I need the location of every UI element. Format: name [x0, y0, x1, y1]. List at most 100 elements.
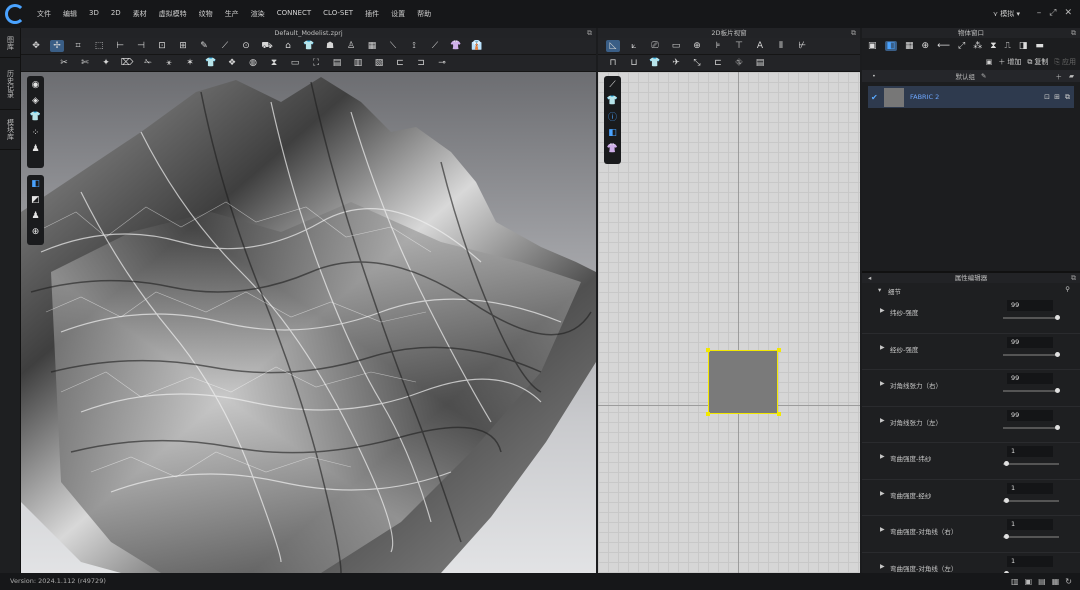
slider-knob[interactable]	[1054, 424, 1060, 430]
pin-icon[interactable]: ⊣	[134, 40, 148, 52]
group-expand-icon[interactable]: •	[872, 72, 876, 80]
topstitch-tab-icon[interactable]: ⤢	[958, 41, 965, 51]
avatar-pose-icon[interactable]: ☗	[323, 40, 337, 52]
default-group-header[interactable]: • 默认组 ✎ ＋ ▰	[862, 70, 1080, 82]
property-value-input[interactable]: 1	[1007, 519, 1053, 530]
fabric-copy-icon[interactable]: ⧉	[1065, 93, 1070, 102]
garment-sew-icon[interactable]: 👕	[648, 57, 662, 69]
slider-knob[interactable]	[1054, 388, 1060, 393]
shirt-icon[interactable]: 👕	[302, 40, 316, 52]
rename-pencil-icon[interactable]: ✎	[981, 72, 986, 80]
property-slider[interactable]	[1003, 388, 1060, 393]
simulation-icon[interactable]: ▦	[1052, 573, 1060, 590]
fabric-display-icon[interactable]: ◧	[607, 127, 618, 138]
needle-icon[interactable]: ✦	[99, 57, 113, 69]
3d-view-mode-icon[interactable]: ▣	[1025, 573, 1033, 590]
slider-knob[interactable]	[1003, 497, 1009, 503]
menu-settings[interactable]: 设置	[385, 9, 411, 19]
2d-view-mode-icon[interactable]: ▤	[1038, 573, 1046, 590]
graph-icon[interactable]: ⟟	[407, 40, 421, 52]
garment-fit-icon[interactable]: 👚	[449, 40, 463, 52]
tab-modules[interactable]: 模块库	[0, 110, 21, 150]
display-avatar-icon[interactable]: ◉	[30, 79, 41, 90]
edit-point-icon[interactable]: ⟀	[627, 40, 641, 52]
graphic-tab-icon[interactable]: ▦	[905, 41, 914, 51]
pattern-garment-icon[interactable]: 👚	[607, 143, 618, 154]
slider-knob[interactable]	[1054, 351, 1060, 357]
visibility-icon[interactable]: ⊡	[1044, 93, 1050, 101]
minimize-icon[interactable]: –	[1037, 8, 1042, 18]
expand-row-icon[interactable]: ▶	[880, 490, 885, 497]
expand-row-icon[interactable]: ▶	[880, 563, 885, 570]
menu-clo-set[interactable]: CLO-SET	[317, 9, 359, 19]
expand-row-icon[interactable]: ▶	[880, 307, 885, 314]
buttonhole-tab-icon[interactable]: ⟵	[937, 41, 950, 51]
render-solid-icon[interactable]: ◩	[30, 194, 41, 205]
display-person-icon[interactable]: ♟	[30, 143, 41, 154]
copy-button[interactable]: ⧉ 复制	[1027, 57, 1048, 67]
section-detail[interactable]: ▾ 细节 ⚲	[862, 283, 1080, 297]
grain-line-icon[interactable]: ⦀	[774, 40, 788, 52]
seam-icon[interactable]: ✄	[78, 57, 92, 69]
button-tool-icon[interactable]: ⊙	[239, 40, 253, 52]
elastic-icon[interactable]: ▧	[372, 57, 386, 69]
menu-help[interactable]: 帮助	[411, 9, 437, 19]
tack-icon[interactable]: ⊢	[113, 40, 127, 52]
expand-row-icon[interactable]: ▶	[880, 526, 885, 533]
pattern-tab-icon[interactable]: ◨	[1019, 41, 1028, 51]
slider-knob[interactable]	[1003, 461, 1009, 466]
property-value-input[interactable]: 99	[1007, 336, 1053, 348]
puckering-tab-icon[interactable]: ⁂	[973, 41, 982, 51]
fabric-tab-icon[interactable]: ◧	[884, 41, 898, 51]
select-move-icon[interactable]: ✥	[29, 40, 43, 52]
pattern-corner-handle[interactable]	[777, 412, 781, 416]
measure-icon[interactable]: ⊞	[176, 40, 190, 52]
property-value-input[interactable]: 1	[1007, 482, 1053, 494]
sewing-icon[interactable]: ✂	[57, 57, 71, 69]
library-icon[interactable]: ▣	[986, 58, 993, 66]
tack-2d-icon[interactable]: ✈	[669, 57, 683, 69]
show-pattern-icon[interactable]: ⟋	[607, 79, 618, 90]
refresh-icon[interactable]: ↻	[1065, 573, 1072, 590]
display-pins-icon[interactable]: ⁘	[30, 127, 41, 138]
selected-pattern-piece[interactable]	[708, 350, 778, 414]
add-button[interactable]: ＋增加	[998, 57, 1021, 67]
popout-icon[interactable]: ⧉	[1071, 28, 1076, 38]
property-slider[interactable]	[1003, 424, 1060, 430]
cut-icon[interactable]: ✁	[141, 57, 155, 69]
apply-button[interactable]: ⎘ 应用	[1054, 57, 1076, 67]
topstitch-2d-icon[interactable]: ⊏	[711, 57, 725, 69]
pattern-count-icon[interactable]: ⊞	[1054, 93, 1060, 101]
render-fabric-icon[interactable]: ◧	[30, 178, 41, 189]
free-sewing-icon[interactable]: ⊔	[627, 57, 641, 69]
popout-icon[interactable]: ⧉	[587, 28, 592, 38]
property-value-input[interactable]: 99	[1007, 300, 1053, 311]
expand-row-icon[interactable]: ▶	[880, 344, 885, 351]
3d-viewport[interactable]: ◉ ◈ 👕 ⁘ ♟ ◧ ◩ ♟ ⊕	[21, 72, 596, 573]
align-icon[interactable]: ⊸	[435, 57, 449, 69]
pin-icon[interactable]: ⚲	[1065, 285, 1070, 293]
stitch-icon[interactable]: ⚹	[162, 57, 176, 69]
render-avatar-icon[interactable]: ♟	[30, 210, 41, 221]
avatar-icon[interactable]: ♙	[344, 40, 358, 52]
globe-icon[interactable]: ⊕	[30, 226, 41, 237]
pocket-icon[interactable]: ▭	[288, 57, 302, 69]
check-length-icon[interactable]: ⤡	[690, 57, 704, 69]
menu-garment[interactable]: 纹物	[193, 9, 219, 19]
button-tab-icon[interactable]: ⊕	[922, 41, 930, 51]
stitch-shirt-icon[interactable]: 👕	[204, 57, 218, 69]
info-icon[interactable]: ⓘ	[607, 111, 618, 123]
menu-production[interactable]: 生产	[219, 9, 245, 19]
fabric-list-item[interactable]: ✔ FABRIC 2 ⊡ ⊞ ⧉	[868, 86, 1074, 108]
menu-3d[interactable]: 3D	[83, 9, 105, 19]
transform-icon[interactable]: ⌗	[71, 40, 85, 52]
slider-knob[interactable]	[1054, 315, 1060, 320]
menu-materials[interactable]: 素材	[127, 9, 153, 19]
2d-canvas[interactable]: ⟋ 👕 ⓘ ◧ 👚	[598, 72, 860, 573]
segment-sewing-icon[interactable]: ⊓	[606, 57, 620, 69]
zipper-2d-icon[interactable]: ⛗	[732, 57, 746, 69]
expand-arrow-icon[interactable]: ◂	[868, 273, 871, 283]
button-icon[interactable]: ◍	[246, 57, 260, 69]
layout-icon[interactable]: ▥	[1011, 573, 1019, 590]
zipper-icon[interactable]: ⧗	[267, 57, 281, 69]
